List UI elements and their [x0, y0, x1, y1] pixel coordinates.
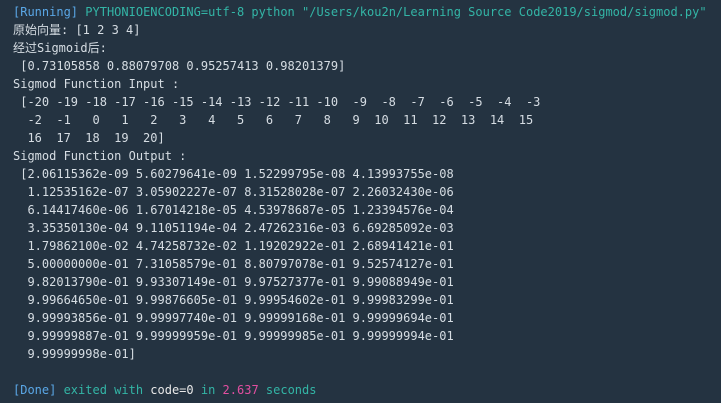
- output-line-sigmoid-result: [0.73105858 0.88079708 0.95257413 0.9820…: [13, 59, 346, 73]
- output-line-input-row: -2 -1 0 1 2 3 4 5 6 7 8 9 10 11 12 13 14…: [13, 113, 534, 127]
- done-text-in: in: [193, 383, 223, 397]
- output-panel: [Running] PYTHONIOENCODING=utf-8 python …: [0, 0, 721, 403]
- output-line-output-row: 9.82013790e-01 9.93307149e-01 9.97527377…: [13, 275, 454, 289]
- output-line-output-row: 9.99664650e-01 9.99876605e-01 9.99954602…: [13, 293, 454, 307]
- output-line-output-row: 1.79862100e-02 4.74258732e-02 1.19202922…: [13, 239, 454, 253]
- run-command-line: [Running] PYTHONIOENCODING=utf-8 python …: [13, 3, 721, 21]
- output-line-input-header: Sigmod Function Input :: [13, 77, 180, 91]
- output-line-output-header: Sigmod Function Output :: [13, 149, 187, 163]
- output-line-output-row: 3.35350130e-04 9.11051194e-04 2.47262316…: [13, 221, 454, 235]
- done-tag: [Done]: [13, 383, 57, 397]
- output-line-after-sigmoid: 经过Sigmoid后:: [13, 41, 107, 55]
- done-text-exited: exited with: [56, 383, 151, 397]
- output-line-output-row: [2.06115362e-09 5.60279641e-09 1.5229979…: [13, 167, 454, 181]
- run-command: PYTHONIOENCODING=utf-8 python "/Users/ko…: [85, 5, 707, 19]
- output-line-original-vector: 原始向量: [1 2 3 4]: [13, 23, 141, 37]
- output-line-output-row: 9.99999887e-01 9.99999959e-01 9.99999985…: [13, 329, 454, 343]
- output-line-output-row: 6.14417460e-06 1.67014218e-05 4.53978687…: [13, 203, 454, 217]
- exit-code: code=0: [150, 383, 194, 397]
- output-line-output-row: 1.12535162e-07 3.05902227e-07 8.31528028…: [13, 185, 454, 199]
- output-line-output-row: 9.99999998e-01]: [13, 347, 136, 361]
- done-text-seconds: seconds: [258, 383, 317, 397]
- output-line-input-row: 16 17 18 19 20]: [13, 131, 165, 145]
- elapsed-time: 2.637: [222, 383, 259, 397]
- output-line-output-row: 5.00000000e-01 7.31058579e-01 8.80797078…: [13, 257, 454, 271]
- done-status-line: [Done] exited with code=0 in 2.637 secon…: [13, 381, 721, 399]
- running-tag: [Running]: [13, 5, 79, 19]
- output-line-output-row: 9.99993856e-01 9.99997740e-01 9.99999168…: [13, 311, 454, 325]
- output-line-input-row: [-20 -19 -18 -17 -16 -15 -14 -13 -12 -11…: [13, 95, 541, 109]
